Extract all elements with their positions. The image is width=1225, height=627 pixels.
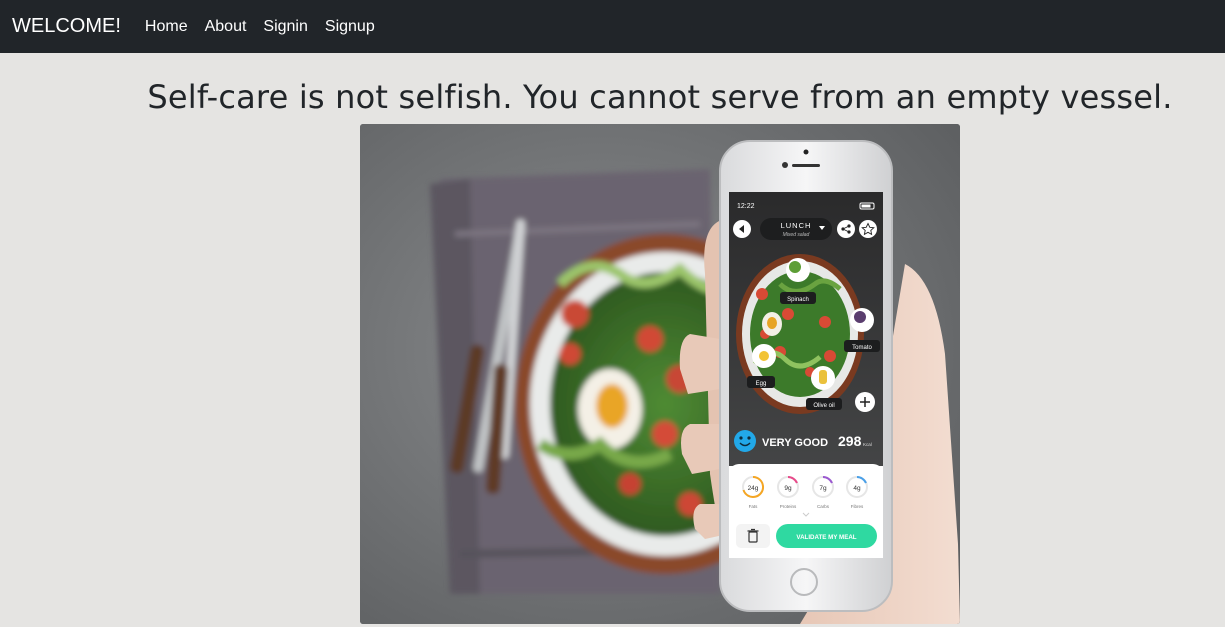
phone-calories-unit: Kcal	[863, 442, 872, 447]
svg-text:Fibres: Fibres	[851, 504, 864, 509]
phone-delete-button	[736, 524, 770, 548]
svg-text:24g: 24g	[748, 485, 759, 492]
svg-text:Fats: Fats	[749, 504, 759, 509]
phone-status-time: 12:22	[737, 203, 755, 210]
svg-text:4g: 4g	[853, 485, 861, 492]
phone-meal-title: LUNCH	[781, 221, 812, 230]
phone-share-button	[837, 220, 855, 238]
nav-link-signin[interactable]: Signin	[263, 18, 307, 36]
phone-rating-text: VERY GOOD	[762, 437, 828, 449]
phone-calories-value: 298	[838, 433, 862, 449]
phone-meal-subtitle: Mixed salad	[783, 232, 810, 238]
svg-text:7g: 7g	[819, 485, 827, 492]
phone-tag-spinach: Spinach	[787, 297, 809, 303]
hero-image: 12:22 LUNCH Mixed salad Spinach Tomato E…	[360, 124, 960, 624]
svg-text:Proteins: Proteins	[780, 504, 797, 509]
hero-quote: Self-care is not selfish. You cannot ser…	[147, 78, 1173, 116]
navbar: WELCOME! Home About Signin Signup	[0, 0, 1225, 53]
phone-mockup: 12:22 LUNCH Mixed salad Spinach Tomato E…	[719, 140, 893, 612]
phone-tag-tomato: Tomato	[852, 345, 872, 351]
nav-link-home[interactable]: Home	[145, 18, 188, 36]
nav-link-signup[interactable]: Signup	[325, 18, 375, 36]
phone-validate-label: VALIDATE MY MEAL	[796, 534, 856, 541]
phone-tag-olive-oil: Olive oil	[813, 403, 834, 409]
svg-text:9g: 9g	[784, 485, 792, 492]
brand-logo[interactable]: WELCOME!	[12, 15, 121, 38]
svg-text:Carbs: Carbs	[817, 504, 830, 509]
phone-tag-egg: Egg	[756, 381, 767, 387]
nav-link-about[interactable]: About	[205, 18, 247, 36]
